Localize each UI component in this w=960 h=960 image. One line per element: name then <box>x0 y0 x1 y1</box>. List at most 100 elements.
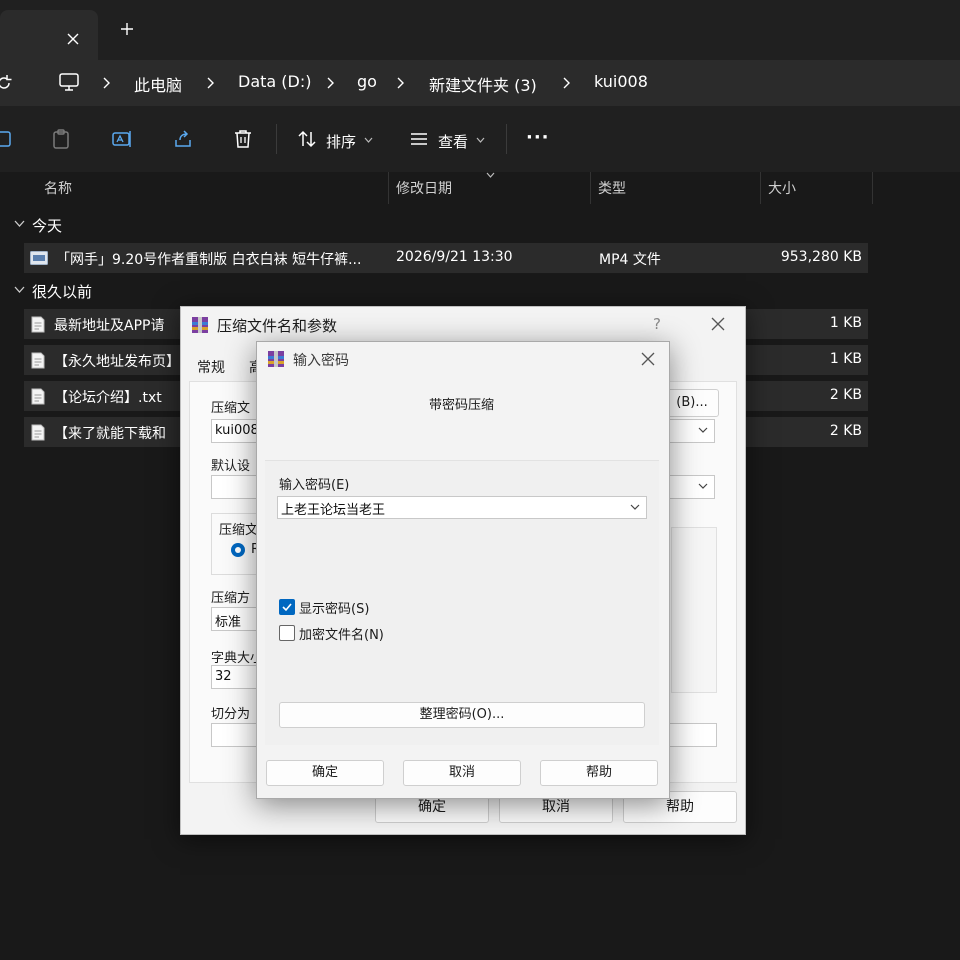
address-bar[interactable]: 此电脑 Data (D:) go 新建文件夹 (3) kui008 <box>42 62 960 102</box>
column-divider <box>872 172 873 204</box>
breadcrumb-item[interactable]: 此电脑 <box>134 72 182 96</box>
archive-name-label: 压缩文 <box>211 401 251 416</box>
default-profile-label: 默认设 <box>211 459 251 474</box>
split-unit-field[interactable] <box>669 723 717 747</box>
file-name: 【永久地址发布页】 <box>54 354 180 370</box>
text-file-icon <box>30 352 46 369</box>
navigation-bar: 此电脑 Data (D:) go 新建文件夹 (3) kui008 <box>0 60 960 106</box>
more-options-button[interactable]: ··· <box>526 127 550 148</box>
dictionary-value: 32 <box>215 669 232 684</box>
file-modified: 2026/9/21 13:30 <box>396 249 513 265</box>
help-button[interactable]: 帮助 <box>540 760 658 786</box>
copy-icon[interactable] <box>0 128 14 150</box>
file-row[interactable]: 「网手」9.20号作者重制版 白衣白袜 短牛仔裤... 2026/9/21 13… <box>24 243 868 273</box>
paste-icon[interactable] <box>50 128 72 150</box>
active-tab[interactable] <box>0 10 98 60</box>
chevron-right-icon <box>100 76 112 90</box>
breadcrumb-item[interactable]: Data (D:) <box>238 72 311 91</box>
winrar-icon <box>191 316 209 334</box>
chevron-down-icon[interactable] <box>14 220 25 228</box>
refresh-icon[interactable] <box>0 73 14 93</box>
dialog-title: 压缩文件名和参数 <box>217 317 338 335</box>
browse-button[interactable]: (B)... <box>665 389 719 417</box>
file-type: MP4 文件 <box>599 252 661 268</box>
encrypt-filenames-checkbox[interactable] <box>279 625 295 641</box>
chevron-down-icon[interactable] <box>14 286 25 294</box>
rename-icon[interactable] <box>111 128 133 150</box>
breadcrumb-item[interactable]: 新建文件夹 (3) <box>429 72 537 96</box>
column-divider <box>388 172 389 204</box>
share-icon[interactable] <box>172 128 194 150</box>
help-button[interactable]: ? <box>653 315 661 333</box>
divider <box>276 124 277 154</box>
options-panel <box>671 527 717 693</box>
column-header-size[interactable]: 大小 <box>768 178 796 198</box>
group-header-today[interactable]: 今天 <box>32 215 62 236</box>
format-radio[interactable] <box>231 543 245 557</box>
show-password-label[interactable]: 显示密码(S) <box>299 598 369 617</box>
chevron-right-icon <box>560 76 572 90</box>
archive-name-value: kui008 <box>215 423 259 438</box>
password-input[interactable]: 上老王论坛当老王 <box>277 496 647 519</box>
winrar-icon <box>267 350 285 368</box>
encrypt-filenames-label[interactable]: 加密文件名(N) <box>299 624 384 643</box>
cancel-button[interactable]: 取消 <box>403 760 521 786</box>
chevron-down-icon <box>476 137 485 143</box>
view-icon[interactable] <box>408 128 430 150</box>
dialog-heading: 带密码压缩 <box>429 398 495 413</box>
show-password-checkbox[interactable] <box>279 599 295 615</box>
breadcrumb-item-current[interactable]: kui008 <box>594 72 648 91</box>
text-file-icon <box>30 424 46 441</box>
text-file-icon <box>30 316 46 333</box>
column-header-modified[interactable]: 修改日期 <box>396 178 452 198</box>
file-size: 1 KB <box>829 351 862 367</box>
divider <box>506 124 507 154</box>
plus-icon[interactable] <box>118 20 136 38</box>
delete-icon[interactable] <box>232 128 254 150</box>
title-bar <box>0 0 960 60</box>
group-header-long-ago[interactable]: 很久以前 <box>32 281 92 302</box>
file-size: 1 KB <box>829 315 862 331</box>
computer-icon <box>58 72 80 92</box>
close-icon[interactable] <box>64 30 82 48</box>
chevron-right-icon <box>204 76 216 90</box>
method-value: 标准 <box>215 615 242 630</box>
chevron-down-icon <box>364 137 373 143</box>
password-label: 输入密码(E) <box>279 478 350 493</box>
format-group-label: 压缩文 <box>219 523 259 538</box>
tab-general[interactable]: 常规 <box>197 357 225 377</box>
split-label: 切分为 <box>211 707 251 722</box>
organize-passwords-button[interactable]: 整理密码(O)... <box>279 702 645 728</box>
ok-button[interactable]: 确定 <box>266 760 384 786</box>
chevron-right-icon <box>394 76 406 90</box>
password-dialog: 输入密码 带密码压缩 输入密码(E) 上老王论坛当老王 显示密码(S) 加密文件… <box>256 341 670 799</box>
method-label: 压缩方 <box>211 591 251 606</box>
column-divider <box>760 172 761 204</box>
chevron-right-icon <box>324 76 336 90</box>
video-file-icon <box>30 251 48 265</box>
breadcrumb-item[interactable]: go <box>357 72 377 91</box>
file-size: 953,280 KB <box>780 249 862 265</box>
column-divider <box>590 172 591 204</box>
file-name: 【论坛介绍】.txt <box>54 390 162 406</box>
file-name: 【来了就能下载和 <box>54 426 166 442</box>
file-name: 最新地址及APP请 <box>54 318 165 334</box>
command-bar: 排序 查看 ··· <box>0 106 960 173</box>
file-name: 「网手」9.20号作者重制版 白衣白袜 短牛仔裤... <box>56 252 362 268</box>
text-file-icon <box>30 388 46 405</box>
dialog-title: 输入密码 <box>293 353 349 369</box>
chevron-down-icon[interactable] <box>630 504 640 511</box>
chevron-down-icon[interactable] <box>698 483 708 490</box>
view-button[interactable]: 查看 <box>438 131 468 152</box>
close-icon[interactable] <box>639 350 657 368</box>
chevron-down-icon[interactable] <box>698 427 708 434</box>
column-header-type[interactable]: 类型 <box>598 178 626 198</box>
sort-icon[interactable] <box>296 128 318 150</box>
file-size: 2 KB <box>829 387 862 403</box>
column-header-name[interactable]: 名称 <box>44 178 72 198</box>
close-icon[interactable] <box>709 315 727 333</box>
file-size: 2 KB <box>829 423 862 439</box>
sort-button[interactable]: 排序 <box>326 131 356 152</box>
password-value: 上老王论坛当老王 <box>281 503 386 518</box>
sort-indicator-icon <box>486 172 495 178</box>
